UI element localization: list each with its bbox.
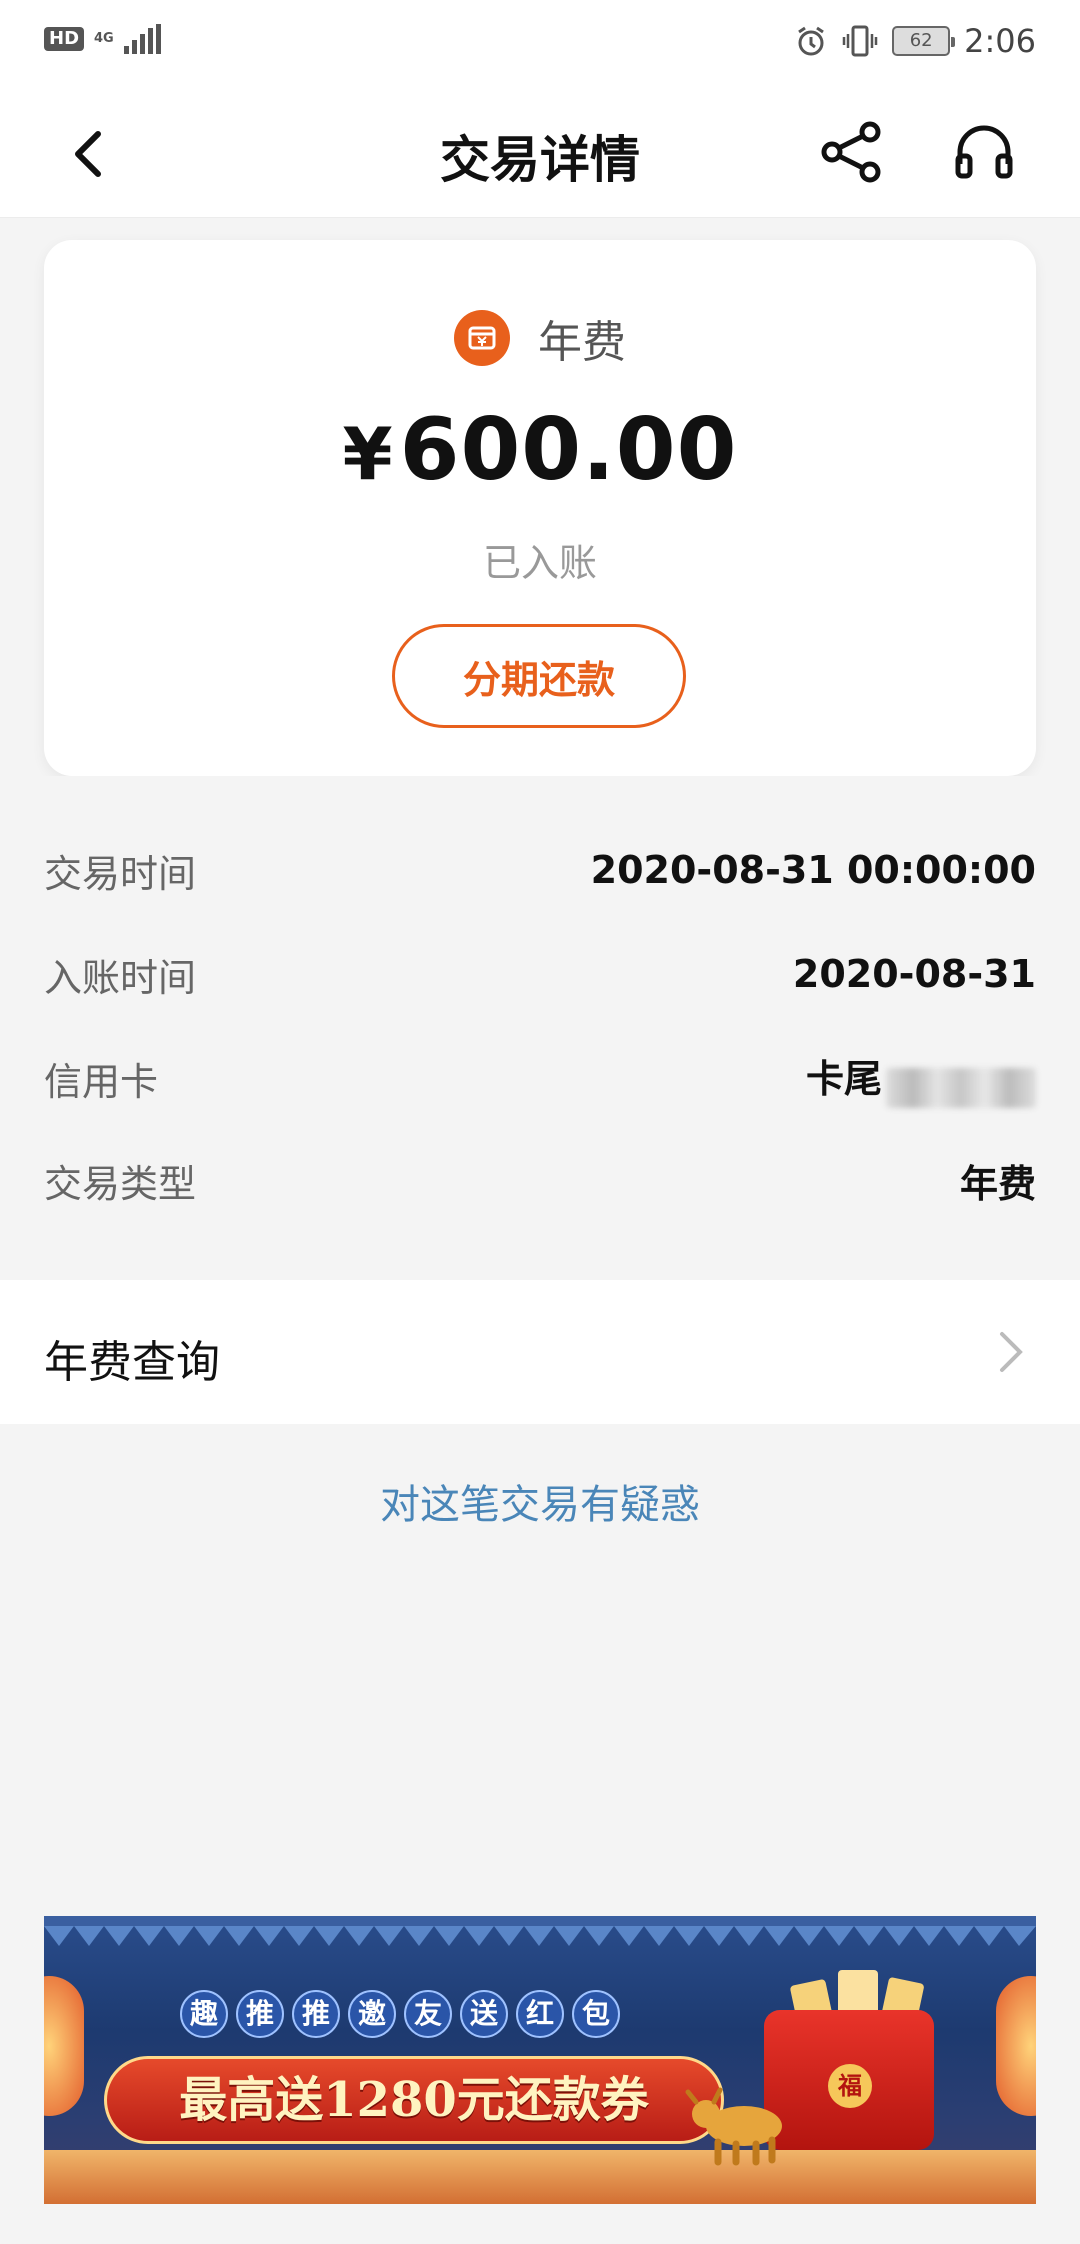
transaction-summary-card: 年费 ¥600.00 已入账 分期还款 (44, 240, 1036, 776)
navigation-bar: 交易详情 (0, 86, 1080, 218)
category-label: 年费 (538, 317, 626, 368)
detail-row-credit-card: 信用卡 卡尾 (44, 1048, 1036, 1108)
detail-key: 入账时间 (44, 955, 197, 1000)
banner-headline: 最高送1280元还款券 (104, 2056, 724, 2144)
detail-row-transaction-time: 交易时间 2020-08-31 00:00:00 (44, 840, 1036, 900)
installment-repayment-button[interactable]: 分期还款 (392, 624, 686, 728)
redacted-card-number (886, 1067, 1036, 1108)
network-type: 4G (94, 31, 114, 46)
lantern-left-decoration (44, 1976, 84, 2116)
transaction-doubt-link[interactable]: 对这笔交易有疑惑 (0, 1472, 1080, 1530)
battery-indicator: 62 (892, 26, 956, 56)
page-title: 交易详情 (440, 131, 640, 189)
hd-badge: HD (44, 27, 85, 51)
detail-key: 交易时间 (44, 851, 197, 896)
transaction-amount: ¥600.00 (44, 400, 1036, 500)
banner-subtitle-char: 推 (236, 1990, 284, 2038)
banner-floor-decoration (44, 2150, 1036, 2204)
banner-subtitle-char: 友 (404, 1990, 452, 2038)
vibrate-icon (842, 25, 878, 57)
status-right: 62 2:06 (794, 22, 1036, 60)
chevron-right-icon (1000, 1332, 1023, 1372)
detail-value: 卡尾 (805, 1057, 882, 1102)
status-left: HD 4G (44, 24, 161, 54)
detail-row-transaction-type: 交易类型 年费 (44, 1150, 1036, 1210)
detail-value: 2020-08-31 00:00:00 (590, 848, 1036, 892)
transaction-details: 交易时间 2020-08-31 00:00:00 入账时间 2020-08-31… (0, 776, 1080, 1250)
banner-subtitle-char: 包 (572, 1990, 620, 2038)
detail-value: 年费 (959, 1161, 1036, 1206)
category-row: 年费 (44, 306, 1036, 370)
annual-fee-query-row[interactable]: 年费查询 (0, 1280, 1080, 1424)
banner-subtitle-char: 邀 (348, 1990, 396, 2038)
customer-service-headset-icon[interactable] (950, 118, 1018, 186)
share-icon[interactable] (818, 118, 886, 186)
posting-status: 已入账 (482, 541, 597, 585)
banner-subtitle-char: 红 (516, 1990, 564, 2038)
detail-key: 信用卡 (44, 1059, 159, 1104)
banner-eaves-decoration (44, 1916, 1036, 1946)
fu-seal: 福 (828, 2064, 872, 2108)
banner-subtitle: 趣 推 推 邀 友 送 红 包 (180, 1990, 620, 2038)
promo-banner[interactable]: 趣 推 推 邀 友 送 红 包 最高送1280元还款券 福 (44, 1916, 1036, 2204)
banner-subtitle-char: 送 (460, 1990, 508, 2038)
golden-bull-illustration (685, 2087, 782, 2166)
detail-value: 2020-08-31 (792, 952, 1036, 996)
amount-value: 600.00 (399, 400, 738, 500)
currency-symbol: ¥ (342, 412, 394, 496)
alarm-icon (798, 26, 824, 56)
annual-fee-query-label: 年费查询 (44, 1337, 220, 1388)
banner-subtitle-char: 推 (292, 1990, 340, 2038)
lantern-right-decoration (996, 1976, 1036, 2116)
detail-key: 交易类型 (44, 1161, 197, 1206)
annual-fee-category-icon (454, 310, 510, 366)
card-tail-value: 卡尾 (806, 1048, 1036, 1108)
banner-subtitle-char: 趣 (180, 1990, 228, 2038)
signal-icon (123, 24, 161, 54)
status-time: 2:06 (964, 22, 1036, 60)
detail-row-posting-time: 入账时间 2020-08-31 (44, 944, 1036, 1004)
status-bar: HD 4G 62 2:06 (0, 0, 1080, 86)
